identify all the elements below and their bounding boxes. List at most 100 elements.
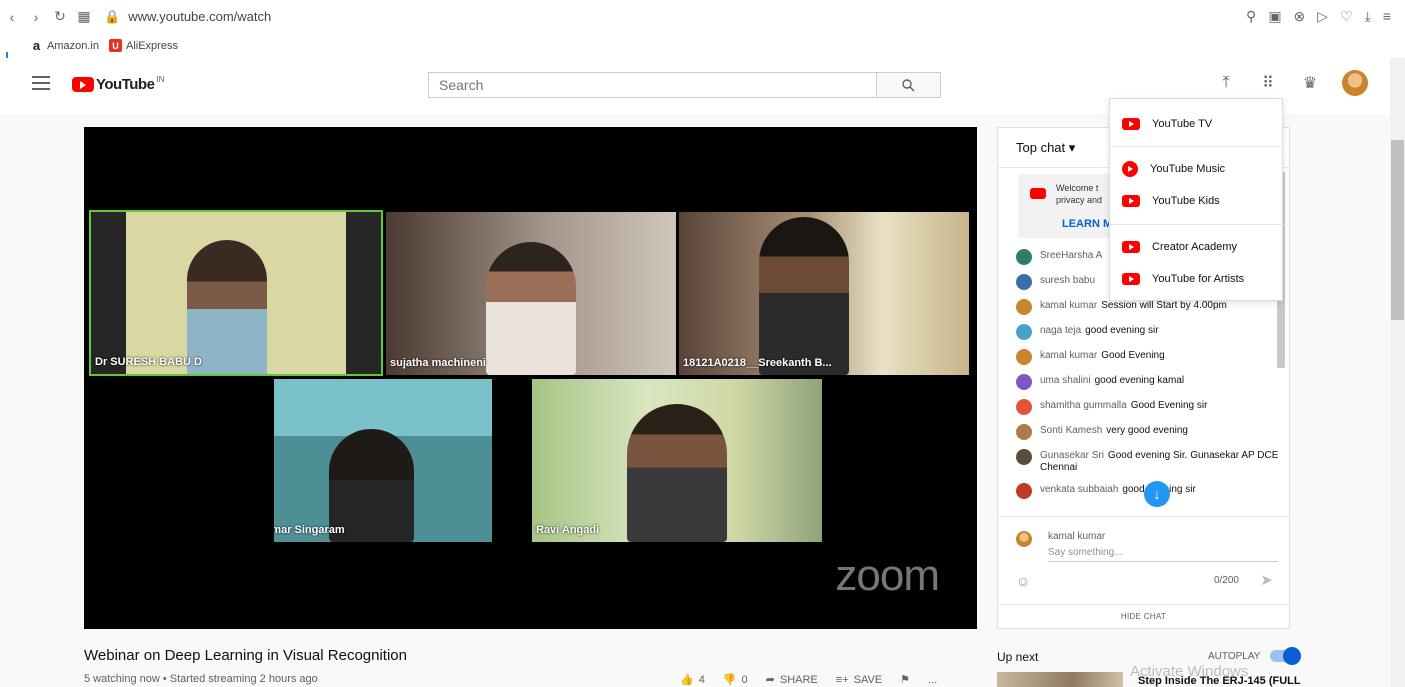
avatar [1016, 324, 1032, 340]
more-actions-button[interactable]: ... [928, 674, 937, 686]
dislike-count: 0 [741, 673, 748, 686]
chat-message: uma shalini good evening kamal [1016, 374, 1281, 400]
dislike-button[interactable]: 👎 0 [722, 673, 748, 687]
participant-name: Jayakumar Singaram [274, 524, 345, 536]
forward-icon[interactable]: › [24, 9, 48, 25]
youtube-artists-icon [1122, 273, 1140, 285]
chat-text: Good Evening [1101, 350, 1165, 361]
participant-name: Dr SURESH BABU D [95, 356, 202, 368]
learn-more-link[interactable]: LEARN M [1062, 218, 1112, 230]
bookmarks-bar: a Amazon.in U AliExpress [0, 33, 1405, 58]
autoplay-label: AUTOPLAY [1208, 650, 1261, 662]
autoplay-toggle[interactable] [1270, 647, 1302, 665]
video-player[interactable]: Dr SURESH BABU D sujatha machineni 18121… [84, 127, 977, 629]
download-icon[interactable]: ⤓ [1365, 8, 1371, 25]
reload-icon[interactable]: ↻ [48, 8, 72, 25]
chat-text: Good Evening sir [1130, 400, 1208, 411]
like-button[interactable]: 👍 4 [680, 673, 705, 687]
participant-tile: 18121A0218__Sreekanth B... [679, 212, 969, 375]
heart-icon[interactable]: ♡ [1340, 8, 1353, 25]
save-button[interactable]: ≡+ SAVE [836, 674, 882, 686]
youtube-logo[interactable]: YouTube IN [72, 75, 165, 93]
menu-item-youtube-kids[interactable]: YouTube Kids [1110, 188, 1284, 214]
search-button[interactable] [876, 73, 940, 97]
save-label: SAVE [853, 673, 883, 686]
upload-icon[interactable]: ⤒ [1216, 73, 1236, 93]
participant-tile: Ravi Angadi [532, 379, 822, 542]
region-label: IN [156, 75, 165, 84]
block-icon[interactable]: ⊗ [1294, 8, 1306, 25]
send-icon[interactable]: ➤ [1260, 571, 1273, 589]
video-actions: 👍 4 👎 0 ➦ SHARE ≡+ SAVE ⚑ ... [680, 673, 937, 687]
participant-video [627, 404, 727, 542]
apps-icon[interactable]: ⠿ [1258, 73, 1278, 93]
welcome-line: privacy and [1056, 195, 1103, 205]
youtube-kids-icon [1122, 195, 1140, 207]
hide-chat-button[interactable]: HIDE CHAT [998, 604, 1289, 628]
browser-actions: ⚲ ▣ ⊗ ▷ ♡ ⤓ ≡ [1246, 8, 1391, 25]
avatar [1016, 483, 1032, 499]
hamburger-icon[interactable] [32, 76, 50, 90]
up-next-title[interactable]: Step Inside The ERJ-145 (FULL [1138, 675, 1301, 687]
up-next-thumbnail[interactable] [997, 672, 1123, 687]
avatar [1016, 399, 1032, 415]
notifications-bell-icon[interactable]: ♛ [1300, 73, 1320, 93]
scroll-down-arrow-icon[interactable]: ↓ [1144, 481, 1170, 507]
youtube-tv-icon [1122, 118, 1140, 130]
send-icon[interactable]: ▷ [1317, 8, 1328, 25]
youtube-apps-menu: YouTube TV YouTube Music YouTube Kids Cr… [1109, 98, 1284, 301]
participant-video [759, 217, 849, 375]
avatar [1016, 349, 1032, 365]
address-text[interactable]: www.youtube.com/watch [128, 9, 271, 24]
menu-item-label: Creator Academy [1152, 241, 1237, 253]
youtube-play-icon [1030, 188, 1046, 199]
chat-author: Gunasekar Sri [1040, 450, 1104, 461]
grid-icon[interactable]: ▦ [72, 8, 96, 25]
menu-item-youtube-music[interactable]: YouTube Music [1110, 156, 1284, 182]
chat-input[interactable]: Say something... [1048, 547, 1278, 562]
chat-author: venkata subbaiah [1040, 484, 1119, 495]
search-browser-icon[interactable]: ⚲ [1246, 8, 1256, 25]
menu-item-youtube-tv[interactable]: YouTube TV [1110, 111, 1284, 137]
composer-name: kamal kumar [1048, 531, 1106, 542]
avatar [1016, 531, 1032, 547]
logo-text: YouTube [96, 76, 155, 93]
creator-academy-icon [1122, 241, 1140, 253]
share-icon: ➦ [765, 674, 775, 686]
bookmark-amazon[interactable]: a Amazon.in [30, 38, 99, 53]
video-meta: 5 watching now • Started streaming 2 hou… [84, 673, 318, 685]
thumbs-down-icon: 👎 [722, 674, 737, 686]
camera-icon[interactable]: ▣ [1268, 8, 1281, 25]
share-button[interactable]: ➦ SHARE [765, 673, 818, 687]
back-icon[interactable]: ‹ [0, 9, 24, 25]
youtube-play-icon [72, 77, 94, 92]
report-button[interactable]: ⚑ [900, 673, 910, 686]
video-title: Webinar on Deep Learning in Visual Recog… [84, 647, 407, 664]
avatar [1016, 374, 1032, 390]
chat-message: Gunasekar Sri Good evening Sir. Gunasekar… [1016, 449, 1281, 484]
chat-message: Sonti Kamesh very good evening [1016, 424, 1281, 450]
menu-icon[interactable]: ≡ [1383, 8, 1391, 25]
chat-author: kamal kumar [1040, 300, 1098, 311]
search-input[interactable] [429, 73, 876, 97]
address-bar[interactable]: 🔒 www.youtube.com/watch [104, 9, 271, 25]
participant-tile: sujatha machineni [386, 212, 676, 375]
amazon-icon: a [30, 38, 43, 53]
share-label: SHARE [779, 673, 818, 686]
user-avatar[interactable] [1342, 70, 1368, 96]
menu-item-creator-academy[interactable]: Creator Academy [1110, 234, 1284, 260]
menu-item-youtube-artists[interactable]: YouTube for Artists [1110, 266, 1284, 292]
chat-message: shamitha gummalla Good Evening sir [1016, 399, 1281, 425]
chat-text: Session will Start by 4.00pm [1101, 300, 1227, 311]
participant-name: Ravi Angadi [536, 524, 600, 536]
bookmark-aliexpress[interactable]: U AliExpress [108, 39, 178, 52]
chat-text: good evening kamal [1094, 375, 1185, 386]
playlist-add-icon: ≡+ [835, 673, 849, 686]
menu-item-label: YouTube Kids [1152, 195, 1220, 207]
page-scrollbar[interactable] [1390, 58, 1405, 687]
browser-toolbar: ‹ › ↻ ▦ 🔒 www.youtube.com/watch ⚲ ▣ ⊗ ▷ … [0, 0, 1405, 33]
emoji-icon[interactable]: ☺ [1016, 573, 1030, 589]
page-scroll-thumb[interactable] [1391, 140, 1404, 320]
chat-text: very good evening [1106, 425, 1188, 436]
avatar [1016, 274, 1032, 290]
